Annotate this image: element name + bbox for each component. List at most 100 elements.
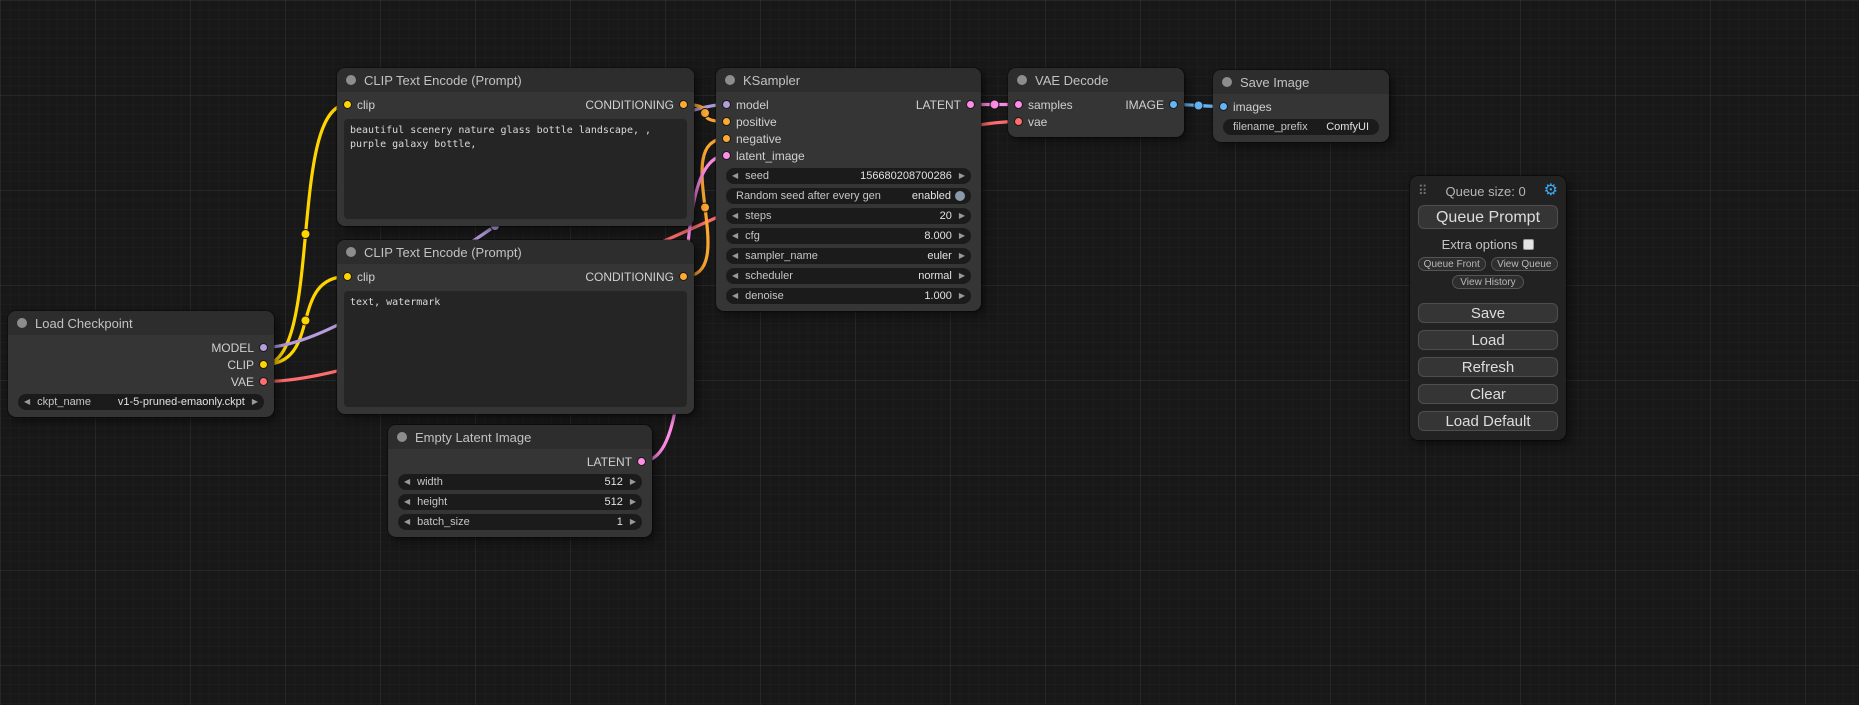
widget-value: ComfyUI (1326, 121, 1369, 133)
positive-prompt-textarea[interactable]: beautiful scenery nature glass bottle la… (344, 119, 687, 219)
input-slot-positive-icon[interactable] (722, 117, 731, 126)
widget-filename-prefix[interactable]: filename_prefix ComfyUI (1223, 119, 1379, 135)
widget-random-seed-toggle[interactable]: Random seed after every gen enabled (726, 188, 971, 204)
widget-sampler-name[interactable]: ◀ sampler_name euler ▶ (726, 248, 971, 264)
input-label: positive (736, 115, 777, 129)
load-button[interactable]: Load (1418, 330, 1558, 350)
collapse-dot-icon[interactable] (397, 432, 407, 442)
extra-options-checkbox[interactable] (1523, 239, 1534, 250)
increment-arrow-icon[interactable]: ▶ (959, 268, 965, 284)
output-slot-vae-icon[interactable] (259, 377, 268, 386)
widget-denoise[interactable]: ◀ denoise 1.000 ▶ (726, 288, 971, 304)
output-slot-model-icon[interactable] (259, 343, 268, 352)
widget-batch-size[interactable]: ◀ batch_size 1 ▶ (398, 514, 642, 530)
node-title-bar[interactable]: CLIP Text Encode (Prompt) (337, 240, 694, 264)
input-label: clip (357, 98, 375, 112)
widget-ckpt-name[interactable]: ◀ ckpt_name v1-5-pruned-emaonly.ckpt ▶ (18, 394, 264, 410)
node-title: Empty Latent Image (415, 430, 531, 445)
widget-value: 1.000 (924, 290, 952, 302)
refresh-button[interactable]: Refresh (1418, 357, 1558, 377)
output-row-vae: VAE (8, 373, 274, 390)
settings-gear-icon[interactable]: ⚙ (1544, 183, 1558, 199)
increment-arrow-icon[interactable]: ▶ (959, 168, 965, 184)
input-slot-negative-icon[interactable] (722, 134, 731, 143)
increment-arrow-icon[interactable]: ▶ (959, 248, 965, 264)
input-slot-vae-icon[interactable] (1014, 117, 1023, 126)
load-default-button[interactable]: Load Default (1418, 411, 1558, 431)
view-history-button[interactable]: View History (1452, 275, 1524, 289)
node-vae-decode[interactable]: VAE Decode samples IMAGE vae (1008, 68, 1184, 137)
decrement-arrow-icon[interactable]: ◀ (404, 474, 410, 490)
decrement-arrow-icon[interactable]: ◀ (404, 514, 410, 530)
toggle-indicator-icon[interactable] (955, 191, 965, 201)
queue-front-button[interactable]: Queue Front (1418, 257, 1486, 271)
node-load-checkpoint[interactable]: Load Checkpoint MODEL CLIP VAE ◀ ckpt_na… (8, 311, 274, 417)
queue-actions-row: Queue Front View Queue (1418, 257, 1558, 271)
output-slot-clip-icon[interactable] (259, 360, 268, 369)
node-clip-text-encode-positive[interactable]: CLIP Text Encode (Prompt) clip CONDITION… (337, 68, 694, 226)
decrement-arrow-icon[interactable]: ◀ (24, 394, 30, 410)
node-title-bar[interactable]: Save Image (1213, 70, 1389, 94)
output-label: LATENT (587, 455, 632, 469)
output-slot-conditioning-icon[interactable] (679, 100, 688, 109)
decrement-arrow-icon[interactable]: ◀ (732, 288, 738, 304)
increment-arrow-icon[interactable]: ▶ (959, 228, 965, 244)
node-clip-text-encode-negative[interactable]: CLIP Text Encode (Prompt) clip CONDITION… (337, 240, 694, 414)
output-slot-latent-icon[interactable] (966, 100, 975, 109)
save-button[interactable]: Save (1418, 303, 1558, 323)
widget-steps[interactable]: ◀ steps 20 ▶ (726, 208, 971, 224)
increment-arrow-icon[interactable]: ▶ (630, 474, 636, 490)
input-slot-latent-image-icon[interactable] (722, 151, 731, 160)
output-slot-conditioning-icon[interactable] (679, 272, 688, 281)
widget-scheduler[interactable]: ◀ scheduler normal ▶ (726, 268, 971, 284)
view-queue-button[interactable]: View Queue (1491, 257, 1559, 271)
node-title-bar[interactable]: VAE Decode (1008, 68, 1184, 92)
node-title-bar[interactable]: Load Checkpoint (8, 311, 274, 335)
collapse-dot-icon[interactable] (725, 75, 735, 85)
collapse-dot-icon[interactable] (1222, 77, 1232, 87)
input-slot-images-icon[interactable] (1219, 102, 1228, 111)
decrement-arrow-icon[interactable]: ◀ (732, 168, 738, 184)
decrement-arrow-icon[interactable]: ◀ (404, 494, 410, 510)
widget-value: v1-5-pruned-emaonly.ckpt (118, 396, 245, 408)
input-slot-clip-icon[interactable] (343, 272, 352, 281)
output-label: CONDITIONING (585, 270, 674, 284)
widget-value: 156680208700286 (860, 170, 952, 182)
input-slot-model-icon[interactable] (722, 100, 731, 109)
widget-name: sampler_name (745, 250, 818, 262)
output-slot-image-icon[interactable] (1169, 100, 1178, 109)
input-slot-samples-icon[interactable] (1014, 100, 1023, 109)
widget-name: ckpt_name (37, 396, 91, 408)
widget-cfg[interactable]: ◀ cfg 8.000 ▶ (726, 228, 971, 244)
widget-value: 512 (604, 496, 622, 508)
clear-button[interactable]: Clear (1418, 384, 1558, 404)
decrement-arrow-icon[interactable]: ◀ (732, 228, 738, 244)
negative-prompt-textarea[interactable]: text, watermark (344, 291, 687, 407)
collapse-dot-icon[interactable] (17, 318, 27, 328)
widget-width[interactable]: ◀ width 512 ▶ (398, 474, 642, 490)
node-title-bar[interactable]: KSampler (716, 68, 981, 92)
node-ksampler[interactable]: KSampler model LATENT positive negative … (716, 68, 981, 311)
increment-arrow-icon[interactable]: ▶ (959, 208, 965, 224)
widget-height[interactable]: ◀ height 512 ▶ (398, 494, 642, 510)
decrement-arrow-icon[interactable]: ◀ (732, 248, 738, 264)
node-title-bar[interactable]: Empty Latent Image (388, 425, 652, 449)
collapse-dot-icon[interactable] (346, 75, 356, 85)
widget-seed[interactable]: ◀ seed 156680208700286 ▶ (726, 168, 971, 184)
collapse-dot-icon[interactable] (346, 247, 356, 257)
node-save-image[interactable]: Save Image images filename_prefix ComfyU… (1213, 70, 1389, 142)
input-slot-clip-icon[interactable] (343, 100, 352, 109)
increment-arrow-icon[interactable]: ▶ (252, 394, 258, 410)
increment-arrow-icon[interactable]: ▶ (630, 494, 636, 510)
increment-arrow-icon[interactable]: ▶ (630, 514, 636, 530)
decrement-arrow-icon[interactable]: ◀ (732, 268, 738, 284)
node-title-bar[interactable]: CLIP Text Encode (Prompt) (337, 68, 694, 92)
decrement-arrow-icon[interactable]: ◀ (732, 208, 738, 224)
node-empty-latent-image[interactable]: Empty Latent Image LATENT ◀ width 512 ▶ … (388, 425, 652, 537)
increment-arrow-icon[interactable]: ▶ (959, 288, 965, 304)
collapse-dot-icon[interactable] (1017, 75, 1027, 85)
queue-prompt-button[interactable]: Queue Prompt (1418, 205, 1558, 229)
output-row-clip: CLIP (8, 356, 274, 373)
drag-handle-icon[interactable]: ⠿ (1418, 183, 1428, 199)
output-slot-latent-icon[interactable] (637, 457, 646, 466)
